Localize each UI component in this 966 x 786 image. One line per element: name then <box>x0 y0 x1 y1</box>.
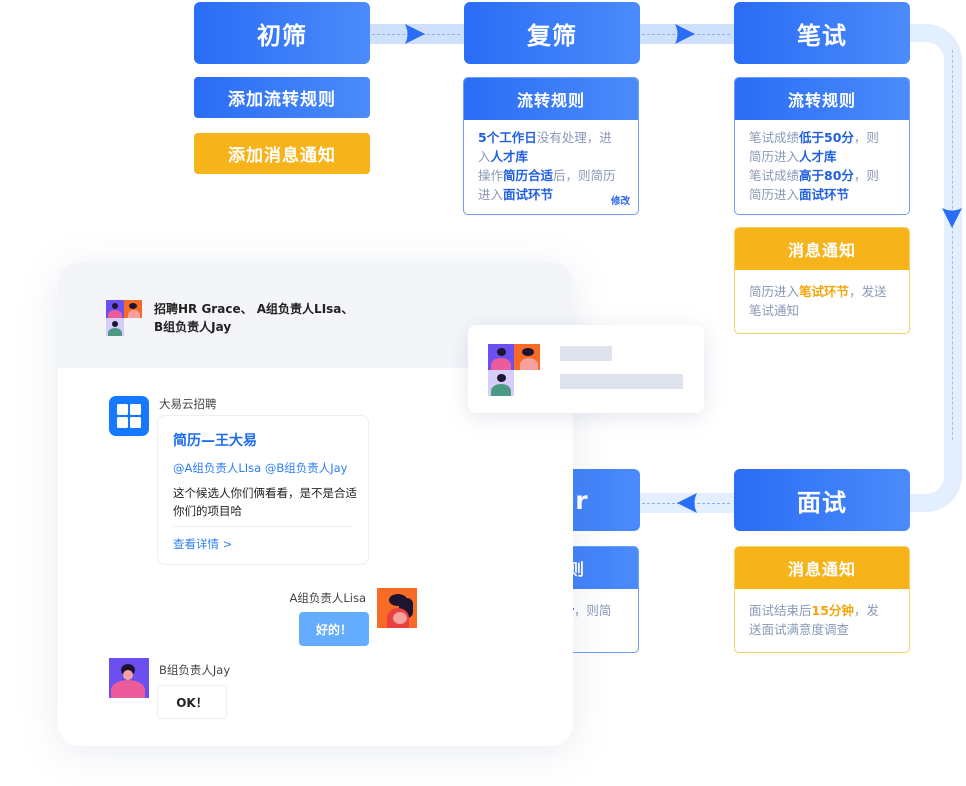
text: 后，则简历 <box>553 168 616 183</box>
highlight: 笔试环节 <box>799 284 850 299</box>
highlight: 15分钟 <box>811 603 854 618</box>
stage-second-screening[interactable]: 复筛 <box>464 2 640 64</box>
text: ，发 <box>853 603 879 618</box>
message-text: 这个候选人你们俩看看，是不是合适你们的项目哈 <box>173 486 357 518</box>
text: 面试结束后 <box>749 603 812 618</box>
text: ，发送 <box>849 284 887 299</box>
card-body: 简历进入笔试环节，发送 笔试通知 <box>735 270 909 330</box>
card-title: 消息通知 <box>735 228 909 270</box>
highlight: 高于80分 <box>799 168 854 183</box>
avatar-grace <box>106 300 124 318</box>
text: 操作 <box>478 168 504 183</box>
group-avatar <box>106 300 142 336</box>
group-chat-title: 招聘HR Grace、 A组负责人LIsa、 B组负责人Jay <box>154 300 354 336</box>
add-rule-button[interactable]: 添加流转规则 <box>194 77 370 118</box>
card-body: 5个工作日没有处理，进 入人才库 操作简历合适后，则简历 进入面试环节 修改 <box>464 120 638 214</box>
placeholder-subtitle <box>560 374 683 389</box>
avatar-lisa <box>377 588 417 628</box>
card-body: 笔试成绩低于50分，则 简历进入人才库 笔试成绩高于80分，则 简历进入面试环节 <box>735 120 909 214</box>
arrow-left-icon <box>677 493 697 513</box>
view-details-link[interactable]: 查看详情 > <box>173 536 232 552</box>
avatar-jay <box>488 370 514 396</box>
text: 没有处理，进 <box>536 130 612 145</box>
avatar-lisa <box>124 300 142 318</box>
written-test-notice-card: 消息通知 简历进入笔试环节，发送 笔试通知 <box>734 227 910 334</box>
card-body: 面试结束后15分钟，发 送面试满意度调查 <box>735 589 909 649</box>
text: 简历进入 <box>749 149 800 164</box>
stage-interview[interactable]: 面试 <box>734 469 910 531</box>
group-preview-card <box>468 325 704 413</box>
text: 进入 <box>478 187 504 202</box>
highlight: 面试环节 <box>503 187 554 202</box>
reply-sender-lisa: A组负责人Lisa <box>289 591 366 605</box>
card-title: 消息通知 <box>735 547 909 589</box>
resume-title: 简历—王大易 <box>173 433 257 449</box>
edit-rule-link[interactable]: 修改 <box>611 192 630 211</box>
avatar-jay <box>106 318 124 336</box>
avatar-jay <box>109 658 149 698</box>
text: 送面试满意度调查 <box>749 622 850 637</box>
highlight: 简历合适 <box>503 168 554 183</box>
text: ，则 <box>853 168 879 183</box>
text: 笔试成绩 <box>749 130 800 145</box>
card-title: 流转规则 <box>464 78 638 120</box>
resume-message-card: 简历—王大易 @A组负责人LIsa @B组负责人Jay 这个候选人你们俩看看，是… <box>157 415 369 565</box>
bot-sender-name: 大易云招聘 <box>159 397 217 411</box>
add-notice-button[interactable]: 添加消息通知 <box>194 133 370 174</box>
highlight: 低于50分 <box>799 130 854 145</box>
second-screening-rule-card: 流转规则 5个工作日没有处理，进 入人才库 操作简历合适后，则简历 进入面试环节… <box>463 77 639 215</box>
stage-initial-screening[interactable]: 初筛 <box>194 2 370 64</box>
highlight: 5个工作日 <box>478 130 537 145</box>
flow-vertical-lane <box>944 90 962 470</box>
placeholder-title <box>560 346 612 361</box>
group-members-line2: B组负责人Jay <box>154 320 232 334</box>
flow-vertical-dash <box>952 50 953 490</box>
avatar-grace <box>488 344 514 370</box>
highlight: 人才库 <box>799 149 837 164</box>
bot-app-icon <box>109 396 149 436</box>
divider <box>173 526 353 527</box>
card-title: 流转规则 <box>735 78 909 120</box>
reply-bubble-jay: OK！ <box>157 685 227 719</box>
highlight: 面试环节 <box>799 187 850 202</box>
highlight: 人才库 <box>490 149 529 164</box>
mentions[interactable]: @A组负责人LIsa @B组负责人Jay <box>173 460 348 476</box>
written-test-rule-card: 流转规则 笔试成绩低于50分，则 简历进入人才库 笔试成绩高于80分，则 简历进… <box>734 77 910 215</box>
text: 笔试成绩 <box>749 168 800 183</box>
stage-written-test[interactable]: 笔试 <box>734 2 910 64</box>
text: ，则 <box>853 130 879 145</box>
arrow-right-icon <box>405 24 425 44</box>
interview-notice-card: 消息通知 面试结束后15分钟，发 送面试满意度调查 <box>734 546 910 653</box>
avatar-lisa <box>514 344 540 370</box>
text: 简历进入 <box>749 187 800 202</box>
text: 简历进入 <box>749 284 800 299</box>
text: 入 <box>478 149 491 164</box>
reply-sender-jay: B组负责人Jay <box>159 663 231 677</box>
text: ，则简 <box>573 603 612 618</box>
reply-bubble-lisa: 好的！ <box>299 612 369 646</box>
arrow-down-icon <box>942 208 962 228</box>
group-members-line1: 招聘HR Grace、 A组负责人LIsa、 <box>154 302 354 316</box>
arrow-right-icon <box>675 24 695 44</box>
group-avatar <box>488 344 542 398</box>
text: 笔试通知 <box>749 303 800 318</box>
